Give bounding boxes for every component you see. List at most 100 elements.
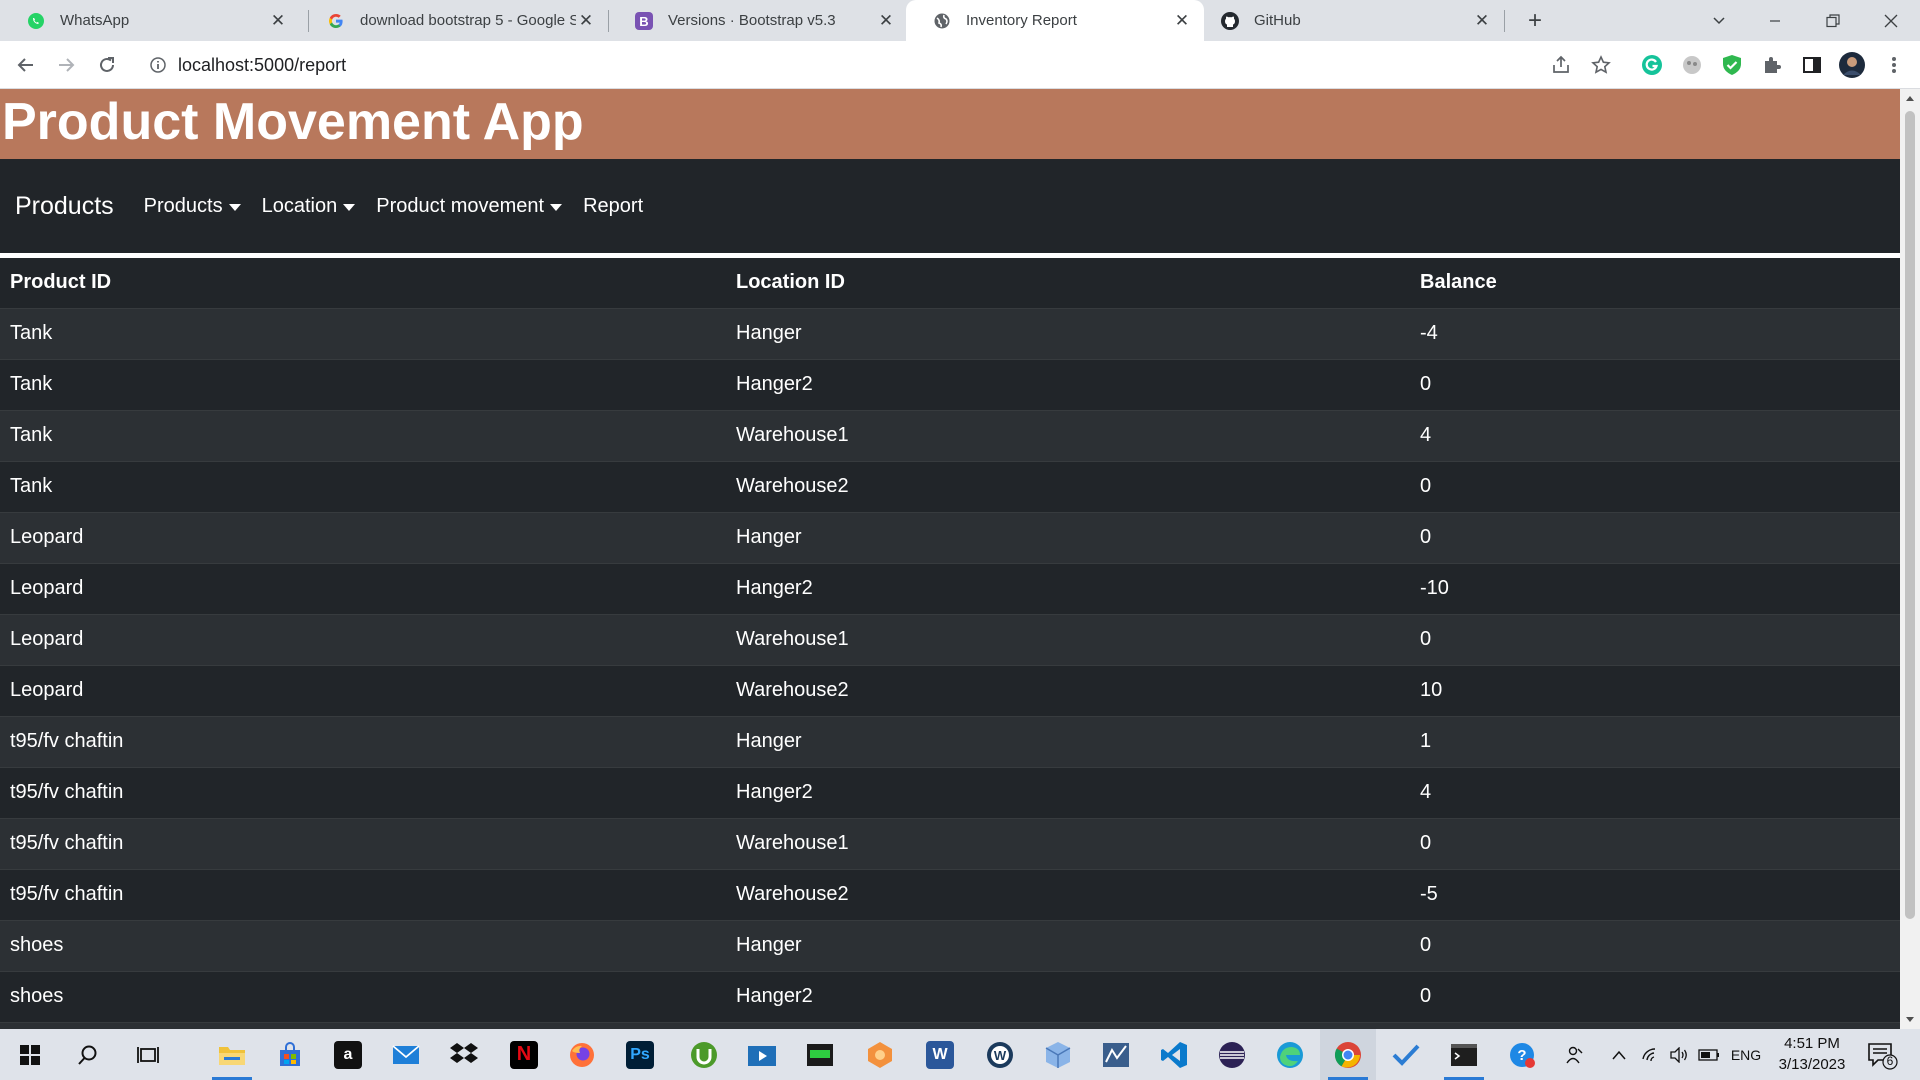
restore-button[interactable] (1810, 0, 1856, 41)
scrollbar-thumb[interactable] (1905, 111, 1915, 919)
taskbar-utorrent[interactable] (676, 1029, 732, 1080)
tab-label: GitHub (1254, 12, 1301, 29)
kebab-menu-icon[interactable] (1880, 51, 1908, 79)
notification-center-button[interactable]: 6 (1866, 1039, 1898, 1071)
taskbar-dropbox[interactable] (436, 1029, 492, 1080)
grammarly-icon[interactable] (1638, 51, 1666, 79)
video-player-icon (748, 1045, 776, 1066)
share-icon[interactable] (1547, 51, 1575, 79)
taskbar-photoshop[interactable]: Ps (612, 1029, 668, 1080)
github-icon (1220, 11, 1240, 31)
people-icon[interactable] (1558, 1029, 1592, 1080)
taskbar-microsoft-store[interactable] (262, 1029, 318, 1080)
minimize-button[interactable] (1752, 0, 1798, 41)
word-icon: W (926, 1040, 954, 1069)
taskbar-firefox[interactable] (554, 1029, 610, 1080)
back-button[interactable] (10, 49, 42, 81)
taskbar-app-green[interactable] (792, 1029, 848, 1080)
google-icon (326, 11, 346, 31)
taskbar-media-player[interactable] (734, 1029, 790, 1080)
cell-product-id: Tank (0, 410, 726, 462)
scroll-up-arrow-icon[interactable] (1900, 89, 1920, 107)
page-scrollbar[interactable] (1900, 89, 1920, 1029)
forward-button[interactable] (50, 49, 82, 81)
folder-icon (219, 1046, 245, 1065)
inventory-report-table: Product ID Location ID Balance Tank Hange… (0, 258, 1900, 1029)
side-panel-icon[interactable] (1798, 51, 1826, 79)
tab-bootstrap-versions[interactable]: B Versions · Bootstrap v5.3 ✕ (608, 0, 908, 41)
cell-location-id: Hanger2 (726, 971, 1410, 1023)
reload-icon (100, 57, 114, 72)
nav-link-label: Product movement (376, 194, 545, 217)
clock[interactable]: 4:51 PM 3/13/2023 (1764, 1033, 1860, 1077)
wifi-icon[interactable] (1636, 1029, 1666, 1080)
cell-product-id: Tank (0, 308, 726, 360)
tab-google-search[interactable]: download bootstrap 5 - Google S ✕ (300, 0, 608, 41)
netflix-icon: N (510, 1040, 538, 1069)
taskbar-todo[interactable] (1378, 1029, 1434, 1080)
taskbar-netflix[interactable]: N (496, 1029, 552, 1080)
taskbar-file-explorer[interactable] (204, 1029, 260, 1080)
cell-balance: 0 (1410, 359, 1900, 411)
start-button[interactable] (2, 1029, 58, 1080)
chevron-up-icon[interactable] (1604, 1029, 1634, 1080)
info-icon[interactable] (148, 55, 168, 75)
firefox-icon (570, 1042, 594, 1067)
windows-logo-icon (20, 1044, 40, 1065)
cell-balance: 0 (1410, 818, 1900, 870)
scroll-down-arrow-icon[interactable] (1900, 1011, 1920, 1029)
chrome-icon (1334, 1041, 1361, 1068)
nav-report-link[interactable]: Report (583, 195, 643, 218)
main-navbar: Products Products Location Product movem… (0, 159, 1900, 258)
taskbar-eclipse[interactable] (1204, 1029, 1260, 1080)
task-view-button[interactable] (120, 1029, 176, 1080)
taskbar-word[interactable]: W (912, 1029, 968, 1080)
bootstrap-icon: B (634, 11, 654, 31)
taskbar-chrome[interactable] (1320, 1029, 1376, 1080)
language-indicator[interactable]: ENG (1726, 1029, 1766, 1080)
avatar[interactable] (1838, 51, 1866, 79)
taskbar-help[interactable]: ? (1494, 1029, 1550, 1080)
nav-product-movement-dropdown[interactable]: Product movement (376, 194, 563, 218)
tab-whatsapp[interactable]: WhatsApp ✕ (0, 0, 300, 41)
nav-products-dropdown[interactable]: Products (144, 195, 241, 218)
nav-link-label: Products (143, 194, 223, 217)
tab-inventory-report[interactable]: Inventory Report ✕ (906, 0, 1204, 41)
url-text[interactable]: localhost:5000/report (178, 55, 346, 76)
taskbar-app-orange[interactable] (852, 1029, 908, 1080)
taskbar-edge[interactable] (1262, 1029, 1318, 1080)
puzzle-icon[interactable] (1758, 51, 1786, 79)
close-icon[interactable]: ✕ (576, 11, 596, 31)
taskbar-mail[interactable] (378, 1029, 434, 1080)
volume-icon[interactable] (1664, 1029, 1694, 1080)
taskbar-terminal[interactable] (1436, 1029, 1492, 1080)
taskbar-amazon[interactable]: a (320, 1029, 376, 1080)
close-window-button[interactable] (1868, 0, 1914, 41)
close-icon[interactable]: ✕ (876, 11, 896, 31)
close-icon[interactable]: ✕ (1472, 11, 1492, 31)
search-button[interactable] (60, 1029, 116, 1080)
close-icon[interactable]: ✕ (268, 11, 288, 31)
nav-location-dropdown[interactable]: Location (262, 195, 356, 218)
cell-balance: 0 (1410, 461, 1900, 513)
monitor-app-icon (807, 1043, 833, 1066)
reload-button[interactable] (91, 49, 123, 81)
taskbar-app-chart[interactable] (1088, 1029, 1144, 1080)
table-row: Leopard Warehouse2 10 (0, 665, 1900, 717)
table-row: Leopard Warehouse1 0 (0, 614, 1900, 666)
table-row: Tank Hanger2 0 (0, 359, 1900, 411)
address-bar[interactable]: localhost:5000/report (140, 47, 1560, 83)
tab-github[interactable]: GitHub ✕ (1204, 0, 1504, 41)
new-tab-button[interactable]: + (1520, 6, 1550, 36)
navbar-brand[interactable]: Products (15, 192, 114, 221)
extension-icon[interactable] (1678, 51, 1706, 79)
taskbar-app-cube[interactable] (1030, 1029, 1086, 1080)
battery-icon[interactable] (1694, 1029, 1724, 1080)
taskbar-vscode[interactable] (1146, 1029, 1202, 1080)
close-icon[interactable]: ✕ (1172, 11, 1192, 31)
tab-search-button[interactable] (1696, 0, 1742, 41)
taskbar-app-w[interactable]: W (972, 1029, 1028, 1080)
caret-down-icon (343, 203, 356, 211)
bookmark-star-icon[interactable] (1587, 51, 1615, 79)
shield-icon[interactable] (1718, 51, 1746, 79)
